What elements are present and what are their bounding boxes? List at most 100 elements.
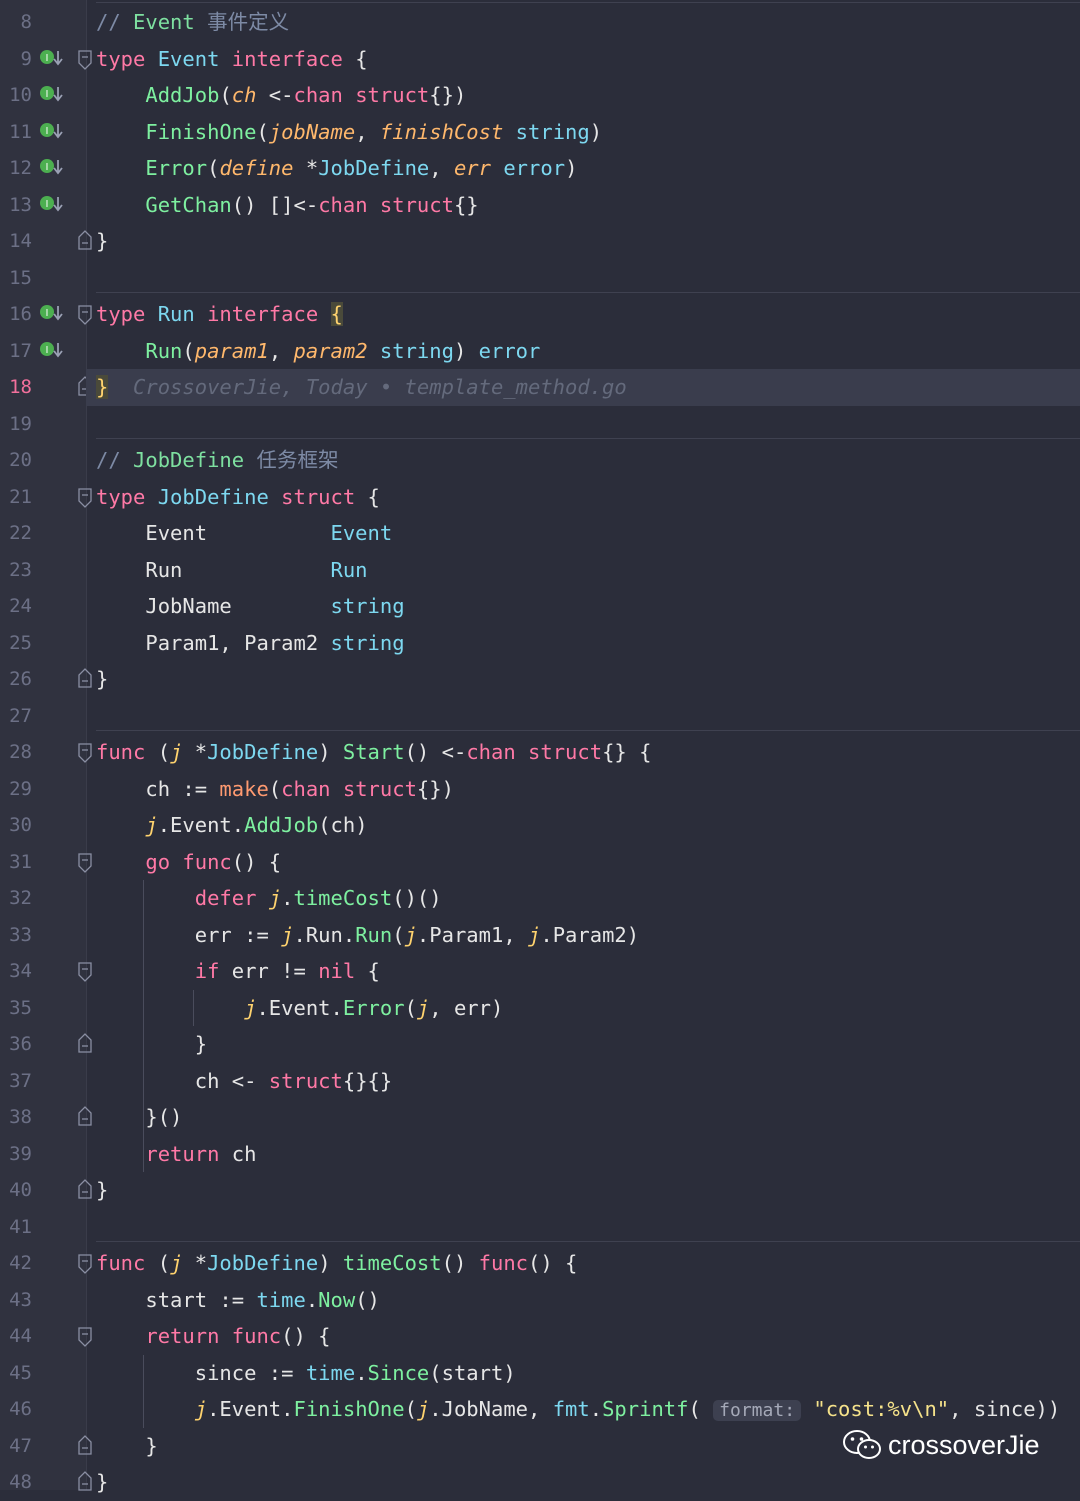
implemented-interface-icon[interactable]: I bbox=[39, 156, 63, 180]
code-line[interactable]: Error(define *JobDefine, err error) bbox=[96, 150, 1080, 187]
implemented-interface-icon[interactable]: I bbox=[39, 193, 63, 217]
code-line[interactable]: } bbox=[96, 1172, 1080, 1209]
code-line[interactable]: Event Event bbox=[96, 515, 1080, 552]
code-token: struct bbox=[268, 1068, 343, 1093]
line-number: 41 bbox=[9, 1215, 32, 1238]
code-line[interactable]: return ch bbox=[96, 1136, 1080, 1173]
implemented-interface-icon[interactable]: I bbox=[39, 120, 63, 144]
code-line[interactable]: Run(param1, param2 string) error bbox=[96, 333, 1080, 370]
code-line[interactable]: } bbox=[96, 1464, 1080, 1501]
code-line[interactable]: AddJob(ch <-chan struct{}) bbox=[96, 77, 1080, 114]
code-line[interactable]: func (j *JobDefine) Start() <-chan struc… bbox=[96, 734, 1080, 771]
code-line[interactable]: } CrossoverJie, Today • template_method.… bbox=[96, 369, 1080, 406]
code-line[interactable]: return func() { bbox=[96, 1318, 1080, 1355]
code-line[interactable]: j.Event.AddJob(ch) bbox=[96, 807, 1080, 844]
code-line[interactable]: } bbox=[96, 223, 1080, 260]
fold-marker-icon[interactable] bbox=[78, 1254, 92, 1274]
line-number: 29 bbox=[9, 777, 32, 800]
code-token: JobDefine bbox=[133, 448, 245, 472]
code-line[interactable]: err := j.Run.Run(j.Param1, j.Param2) bbox=[96, 917, 1080, 954]
code-token: ( bbox=[404, 1397, 417, 1421]
fold-marker-icon[interactable] bbox=[78, 1179, 92, 1199]
code-line[interactable]: defer j.timeCost()() bbox=[96, 880, 1080, 917]
code-token: {} bbox=[453, 192, 479, 217]
fold-marker-icon[interactable] bbox=[78, 49, 92, 70]
code-token: } bbox=[96, 1433, 158, 1458]
code-token: JobDefine bbox=[207, 740, 319, 764]
code-token: ) bbox=[589, 119, 603, 144]
svg-text:I: I bbox=[46, 53, 49, 64]
code-token: j bbox=[244, 995, 257, 1020]
code-line[interactable]: ch <- struct{}{} bbox=[96, 1063, 1080, 1100]
fold-marker-icon[interactable] bbox=[78, 1033, 92, 1053]
code-token: Event bbox=[96, 521, 331, 545]
fold-marker-icon[interactable] bbox=[78, 305, 92, 325]
code-token: ) bbox=[453, 338, 479, 363]
implemented-interface-icon[interactable]: I bbox=[39, 83, 63, 107]
code-token: struct bbox=[355, 83, 430, 107]
code-line[interactable]: Run Run bbox=[96, 552, 1080, 589]
implemented-interface-icon[interactable]: I bbox=[39, 339, 63, 363]
code-line[interactable]: // Event 事件定义 bbox=[96, 4, 1080, 41]
code-line[interactable] bbox=[96, 406, 1080, 443]
code-line[interactable]: FinishOne(jobName, finishCost string) bbox=[96, 114, 1080, 151]
fold-marker-icon[interactable] bbox=[78, 1471, 92, 1491]
code-line[interactable]: j.Event.Error(j, err) bbox=[96, 990, 1080, 1027]
code-editor[interactable]: 8 9 10 11 12 13 14 15 16 17 18 19 20 21 22 23 24 25 26 27 28… bbox=[0, 0, 1080, 1494]
code-token: } bbox=[96, 1470, 109, 1494]
code-line[interactable] bbox=[96, 1209, 1080, 1246]
code-line[interactable]: if err != nil { bbox=[96, 953, 1080, 990]
code-line[interactable]: j.Event.FinishOne(j.JobName, fmt.Sprintf… bbox=[96, 1391, 1080, 1428]
code-token: () { bbox=[281, 1324, 331, 1348]
code-line[interactable]: since := time.Since(start) bbox=[96, 1355, 1080, 1392]
code-token: // bbox=[96, 448, 134, 472]
line-number: 19 bbox=[9, 412, 32, 435]
code-line[interactable]: func (j *JobDefine) timeCost() func() { bbox=[96, 1245, 1080, 1282]
svg-text:I: I bbox=[46, 89, 49, 100]
code-line[interactable]: } bbox=[96, 1026, 1080, 1063]
code-token: () { bbox=[528, 1251, 578, 1275]
fold-marker-icon[interactable] bbox=[78, 1434, 92, 1455]
code-token: Now bbox=[318, 1287, 356, 1312]
fold-marker-icon[interactable] bbox=[78, 962, 92, 982]
code-line[interactable]: start := time.Now() bbox=[96, 1282, 1080, 1319]
code-token: AddJob bbox=[145, 83, 220, 107]
fold-marker-icon[interactable] bbox=[78, 668, 92, 688]
implemented-interface-icon[interactable]: I bbox=[39, 47, 63, 71]
fold-marker-icon[interactable] bbox=[78, 852, 92, 873]
code-token: param2 bbox=[293, 338, 368, 363]
code-line[interactable]: Param1, Param2 string bbox=[96, 625, 1080, 662]
code-line[interactable]: type JobDefine struct { bbox=[96, 479, 1080, 516]
code-line[interactable] bbox=[96, 698, 1080, 735]
code-line[interactable]: type Run interface { bbox=[96, 296, 1080, 333]
code-token: .Run. bbox=[293, 922, 356, 947]
code-line[interactable]: } bbox=[96, 661, 1080, 698]
code-token: // bbox=[96, 10, 134, 34]
code-line[interactable] bbox=[96, 260, 1080, 297]
code-line[interactable]: GetChan() []<-chan struct{} bbox=[96, 187, 1080, 224]
code-token: ch <- bbox=[96, 1068, 269, 1093]
code-line[interactable]: ch := make(chan struct{}) bbox=[96, 771, 1080, 808]
implemented-interface-icon[interactable]: I bbox=[39, 302, 63, 326]
svg-text:I: I bbox=[46, 126, 49, 137]
fold-marker-icon[interactable] bbox=[78, 230, 92, 250]
fold-marker-icon[interactable] bbox=[78, 1106, 92, 1126]
fold-marker-icon[interactable] bbox=[78, 1327, 92, 1347]
code-line[interactable]: go func() { bbox=[96, 844, 1080, 881]
line-number: 22 bbox=[9, 522, 32, 544]
code-line[interactable]: type Event interface { bbox=[96, 41, 1080, 78]
code-token: func bbox=[96, 740, 146, 764]
line-number: 21 bbox=[9, 485, 32, 508]
fold-marker-icon[interactable] bbox=[78, 743, 92, 763]
fold-marker-icon[interactable] bbox=[78, 487, 92, 508]
code-line[interactable]: }() bbox=[96, 1099, 1080, 1136]
code-line[interactable]: // JobDefine 任务框架 bbox=[96, 442, 1080, 479]
code-line[interactable]: JobName string bbox=[96, 588, 1080, 625]
code-token: return bbox=[145, 1141, 220, 1166]
